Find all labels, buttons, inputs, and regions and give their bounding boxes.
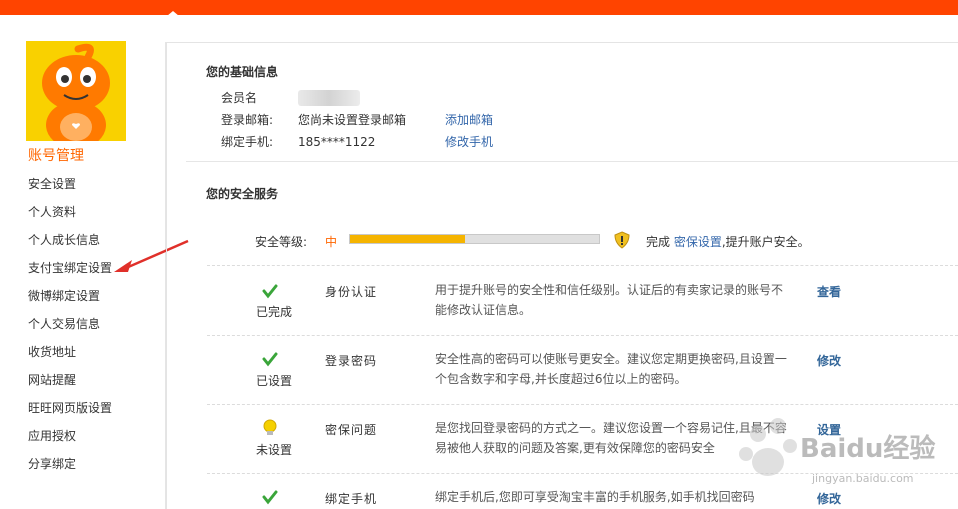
phone-row: 绑定手机: 185****1122 [221,133,375,150]
service-description: 是您找回登录密码的方式之一。建议您设置一个容易记住,且最不容易被他人获取的问题及… [435,421,787,455]
watermark-text: Baidu经验 [800,434,936,464]
security-hint: 完成 密保设置,提升账户安全。 [646,233,810,250]
service-name: 登录密码 [325,354,378,368]
sidebar-item-weibo-binding[interactable]: 微博绑定设置 [28,289,112,317]
member-label: 会员名 [221,91,258,105]
change-password-button[interactable]: 修改 [817,352,841,369]
check-icon [262,490,278,505]
service-status: 已设置 [256,374,293,388]
security-level-fill [350,235,465,243]
top-bar [0,0,958,15]
row-divider [207,265,958,266]
lightbulb-icon [263,419,277,435]
service-name: 身份认证 [325,285,378,299]
check-icon [262,284,278,299]
hint-suffix: ,提升账户安全。 [721,235,810,249]
security-question-link[interactable]: 密保设置 [674,235,722,249]
sidebar-nav: 安全设置 个人资料 个人成长信息 支付宝绑定设置 微博绑定设置 个人交易信息 收… [28,177,112,485]
service-status: 未设置 [256,443,293,457]
row-divider [207,404,958,405]
service-name: 密保问题 [325,423,378,437]
security-level-bar [349,234,600,244]
row-divider [207,335,958,336]
top-bar-notch [167,11,179,16]
section-divider [186,161,958,162]
service-description: 用于提升账号的安全性和信任级别。认证后的有卖家记录的账号不能修改认证信息。 [435,283,784,317]
sidebar-item-share-binding[interactable]: 分享绑定 [28,457,112,485]
sidebar-item-trade-info[interactable]: 个人交易信息 [28,317,112,345]
sidebar-title: 账号管理 [28,148,84,164]
service-name: 绑定手机 [325,492,378,506]
check-icon [262,352,278,367]
mascot-image [26,41,126,141]
sidebar-item-alipay-binding[interactable]: 支付宝绑定设置 [28,261,112,289]
service-description: 安全性高的密码可以使账号更安全。建议您定期更换密码,且设置一个包含数字和字母,并… [435,352,787,386]
view-identity-button[interactable]: 查看 [817,283,841,300]
sidebar-item-shipping-address[interactable]: 收货地址 [28,345,112,373]
security-title: 您的安全服务 [206,187,279,201]
sidebar-item-profile[interactable]: 个人资料 [28,205,112,233]
service-status: 已完成 [256,305,293,319]
sidebar-item-security-settings[interactable]: 安全设置 [28,177,112,205]
sidebar-item-app-authorization[interactable]: 应用授权 [28,429,112,457]
sidebar-item-growth-info[interactable]: 个人成长信息 [28,233,112,261]
email-value: 您尚未设置登录邮箱 [298,113,407,127]
phone-value: 185****1122 [298,135,376,149]
avatar [26,41,126,141]
security-level-value: 中 [325,235,338,249]
security-level-label: 安全等级: [255,235,308,249]
member-row: 会员名 [221,89,298,106]
add-email-link[interactable]: 添加邮箱 [445,111,493,128]
main-panel-border [166,42,167,509]
email-label: 登录邮箱: [221,113,274,127]
basic-info-title: 您的基础信息 [206,65,279,79]
member-name-blurred [298,90,360,106]
service-description: 绑定手机后,您即可享受淘宝丰富的手机服务,如手机找回密码 [435,490,755,504]
email-row: 登录邮箱: 您尚未设置登录邮箱 [221,111,406,128]
sidebar-item-site-reminder[interactable]: 网站提醒 [28,373,112,401]
hint-prefix: 完成 [646,235,671,249]
sidebar-item-wangwang-web[interactable]: 旺旺网页版设置 [28,401,112,429]
change-phone-link[interactable]: 修改手机 [445,133,493,150]
shield-warning-icon [614,231,630,249]
phone-label: 绑定手机: [221,135,274,149]
watermark-url: jingyan.baidu.com [812,472,914,485]
